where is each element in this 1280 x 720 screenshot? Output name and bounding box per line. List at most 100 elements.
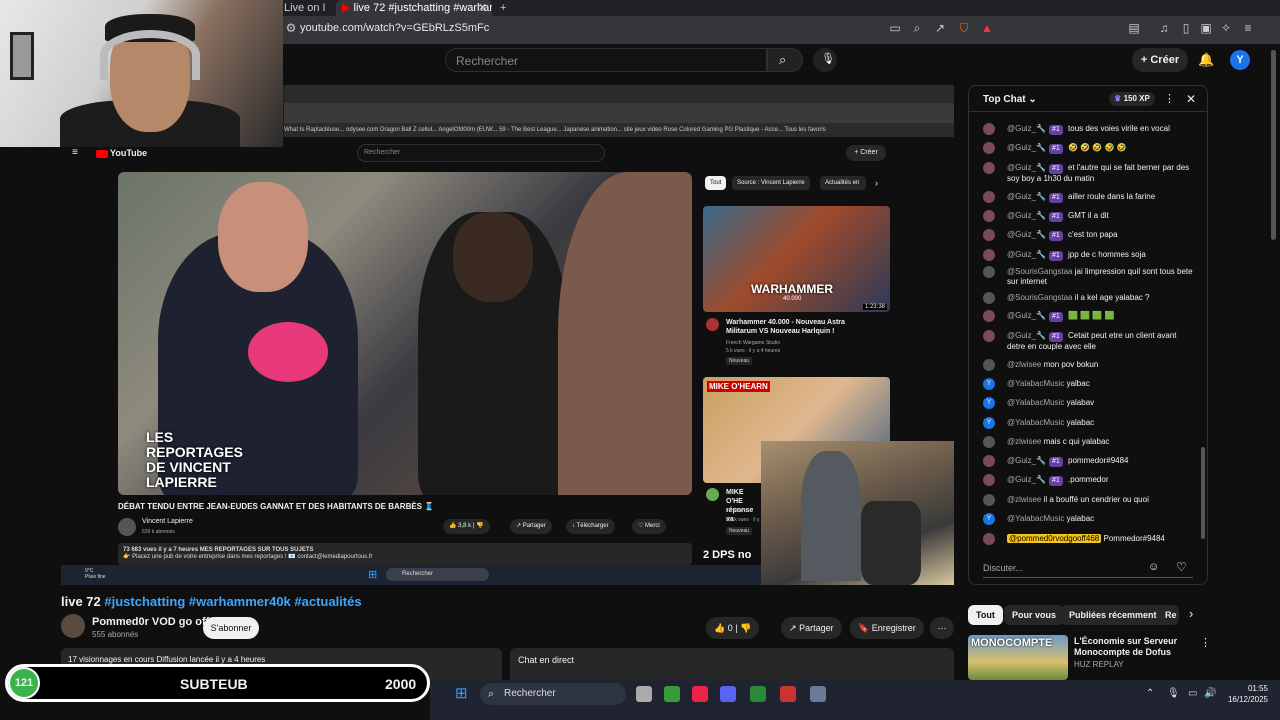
emoji-icon[interactable]: ☺ — [1148, 561, 1159, 573]
close-icon[interactable]: ✕ — [1186, 92, 1196, 106]
chat-author[interactable]: @Guiz_🔧 — [1007, 456, 1046, 465]
like-button[interactable]: 👍 0 | 👎 — [706, 617, 760, 639]
chat-avatar[interactable]: Y — [983, 378, 995, 390]
chip-recentes[interactable]: Publiées récemment — [1061, 605, 1165, 625]
chat-avatar[interactable] — [983, 249, 995, 261]
chip-more[interactable]: Re — [1157, 605, 1179, 625]
page-scrollbar[interactable] — [1268, 44, 1280, 680]
chat-avatar[interactable] — [983, 292, 995, 304]
media-icon[interactable]: ♫ — [1157, 21, 1171, 35]
subscribe-button[interactable]: S'abonner — [203, 617, 259, 639]
channel-name[interactable]: Pommed0r VOD go off — [92, 616, 209, 628]
tray-chevron-icon[interactable]: ⌃ — [1146, 688, 1154, 699]
mic-button[interactable]: 🎙 — [813, 48, 837, 72]
chat-avatar[interactable] — [983, 310, 995, 322]
chat-author[interactable]: @SourisGangstaa — [1007, 293, 1073, 302]
new-tab-icon[interactable]: + — [500, 0, 510, 16]
chat-author[interactable]: @SourisGangstaa — [1007, 267, 1073, 276]
chat-author[interactable]: @Guiz_🔧 — [1007, 311, 1046, 320]
chat-menu-icon[interactable]: ⋮ — [1164, 92, 1175, 105]
chip-pour-vous[interactable]: Pour vous — [1004, 605, 1065, 625]
task-view-icon[interactable] — [636, 686, 652, 702]
search-button[interactable]: ⌕ — [767, 48, 803, 72]
menu-icon[interactable]: ≡ — [1241, 21, 1255, 35]
chat-author[interactable]: @Guiz_🔧 — [1007, 163, 1046, 172]
wallet-icon[interactable]: ▣ — [1199, 21, 1213, 35]
chat-scrollbar[interactable] — [1201, 447, 1205, 539]
tab-live[interactable]: Live on I — [284, 0, 334, 16]
start-icon[interactable]: ⊞ — [455, 686, 471, 702]
related-thumbnail[interactable]: MONOCOMPTE — [968, 635, 1068, 680]
heart-icon[interactable]: ♡ — [1176, 560, 1187, 574]
settings-icon[interactable] — [810, 686, 826, 702]
app-icon-flag[interactable] — [750, 686, 766, 702]
chat-author[interactable]: @YalabacMusic — [1007, 379, 1064, 388]
xp-badge[interactable]: ♛ 150 XP — [1109, 92, 1155, 106]
chat-input[interactable]: Discuter... — [983, 558, 1193, 578]
chat-avatar[interactable]: Y — [983, 513, 995, 525]
tab-active[interactable]: ▶ live 72 #justchatting #warham — [336, 0, 492, 16]
chat-avatar[interactable] — [983, 494, 995, 506]
bell-icon[interactable]: 🔔 — [1198, 52, 1214, 68]
share-icon[interactable]: ↗ — [933, 21, 947, 35]
chat-author[interactable]: @Guiz_🔧 — [1007, 250, 1046, 259]
share-button[interactable]: ↗ Partager — [781, 617, 842, 639]
chat-avatar[interactable] — [983, 436, 995, 448]
brave-icon[interactable] — [692, 686, 708, 702]
chat-author[interactable]: @Guiz_🔧 — [1007, 192, 1046, 201]
panel-icon[interactable]: ▯ — [1179, 21, 1193, 35]
zoom-icon[interactable]: ⌕ — [910, 21, 924, 35]
chat-author[interactable]: @YalabacMusic — [1007, 398, 1064, 407]
network-icon[interactable]: ▭ — [1188, 688, 1197, 699]
chevron-right-icon[interactable]: › — [1189, 606, 1193, 621]
related-title[interactable]: L'Économie sur Serveur Monocompte de Dof… — [1074, 636, 1194, 658]
chat-author[interactable]: @zlwisee — [1007, 437, 1041, 446]
chat-author[interactable]: @zlwisee — [1007, 495, 1041, 504]
chat-author[interactable]: @Guiz_🔧 — [1007, 124, 1046, 133]
chat-avatar[interactable] — [983, 191, 995, 203]
chat-avatar[interactable]: Y — [983, 417, 995, 429]
related-menu-icon[interactable]: ⋮ — [1200, 636, 1211, 649]
mic-tray-icon[interactable]: 🎙 — [1167, 688, 1180, 699]
chat-author[interactable]: @Guiz_🔧 — [1007, 230, 1046, 239]
brave-rewards-icon[interactable]: ▲ — [980, 21, 994, 35]
chat-author[interactable]: @pommed0rvodgooff468 — [1007, 534, 1102, 543]
app-icon-green[interactable] — [664, 686, 680, 702]
address-bar[interactable]: youtube.com/watch?v=GEbRLzS5mFc — [300, 22, 489, 34]
cast-icon[interactable]: ▭ — [888, 21, 902, 35]
more-button[interactable]: ⋯ — [930, 617, 954, 639]
chat-avatar[interactable] — [983, 162, 995, 174]
clock[interactable]: 01:55 16/12/2025 — [1220, 683, 1268, 705]
chat-avatar[interactable] — [983, 330, 995, 342]
discord-icon[interactable] — [720, 686, 736, 702]
sidebar-icon[interactable]: ▤ — [1127, 21, 1141, 35]
chat-avatar[interactable] — [983, 266, 995, 278]
chat-avatar[interactable]: Y — [983, 397, 995, 409]
chat-avatar[interactable] — [983, 210, 995, 222]
chat-avatar[interactable] — [983, 533, 995, 545]
chat-author[interactable]: @Guiz_🔧 — [1007, 143, 1046, 152]
taskbar-search[interactable]: Rechercher — [480, 683, 626, 705]
chat-avatar[interactable] — [983, 455, 995, 467]
chat-author[interactable]: @YalabacMusic — [1007, 418, 1064, 427]
channel-avatar[interactable] — [61, 614, 85, 638]
app-icon-red[interactable] — [780, 686, 796, 702]
chat-avatar[interactable] — [983, 229, 995, 241]
chat-author[interactable]: @Guiz_🔧 — [1007, 211, 1046, 220]
tab-close-icon[interactable]: ✕ — [478, 0, 488, 16]
chat-mode-dropdown[interactable]: Top Chat ⌄ — [983, 94, 1037, 105]
avatar[interactable]: Y — [1230, 50, 1250, 70]
chat-avatar[interactable] — [983, 123, 995, 135]
chat-avatar[interactable] — [983, 474, 995, 486]
save-button[interactable]: 🔖 Enregistrer — [850, 617, 924, 639]
volume-icon[interactable]: 🔊 — [1204, 688, 1216, 699]
chat-author[interactable]: @Guiz_🔧 — [1007, 331, 1046, 340]
chat-author[interactable]: @zlwisee — [1007, 360, 1041, 369]
brave-shield-icon[interactable]: ⛉ — [957, 21, 971, 35]
chat-author[interactable]: @Guiz_🔧 — [1007, 475, 1046, 484]
chip-tout[interactable]: Tout — [968, 605, 1003, 625]
create-button[interactable]: + Créer — [1132, 48, 1188, 72]
chat-avatar[interactable] — [983, 359, 995, 371]
search-input[interactable]: Rechercher — [445, 48, 767, 72]
extensions-icon[interactable]: ✧ — [1219, 21, 1233, 35]
